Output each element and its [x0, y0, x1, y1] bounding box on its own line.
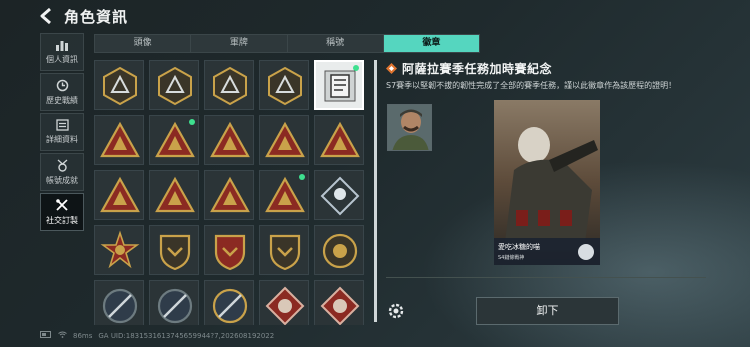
badge-description: S7賽季以堅韌不拔的韌性完成了全部的賽季任務，謹以此徽章作為該歷程的證明！: [386, 81, 677, 90]
badge-cell[interactable]: [94, 225, 144, 275]
badge-cell[interactable]: [204, 60, 254, 110]
card-player-name: 愛吃冰糖的喵: [498, 243, 540, 251]
badge-cell[interactable]: [204, 280, 254, 325]
tab-badge[interactable]: 徽章: [383, 35, 479, 52]
sidebar-item-label: 歷史戰績: [46, 95, 78, 105]
unequip-button[interactable]: 卸下: [476, 297, 619, 325]
sidebar-item-profile[interactable]: 個人資訊: [40, 33, 84, 71]
badge-cell[interactable]: [314, 60, 364, 110]
badge-cell[interactable]: [149, 115, 199, 165]
ping-value: 86ms: [73, 331, 93, 340]
badge-cell[interactable]: [149, 170, 199, 220]
sidebar: 個人資訊 歷史戰績 詳細資料 帳號成就 社交訂製: [40, 33, 84, 233]
badge-cell[interactable]: [259, 225, 309, 275]
page-title: 角色資訊: [64, 8, 129, 26]
badge-cell[interactable]: [259, 170, 309, 220]
sidebar-item-history[interactable]: 歷史戰績: [40, 73, 84, 111]
badge-cell[interactable]: [149, 225, 199, 275]
badge-title: 阿薩拉賽季任務加時賽紀念: [402, 62, 553, 76]
clock-icon: [56, 79, 68, 91]
badge-cell[interactable]: [314, 115, 364, 165]
badge-cell[interactable]: [204, 170, 254, 220]
badge-cell[interactable]: [259, 280, 309, 325]
sidebar-item-social[interactable]: 社交訂製: [40, 193, 84, 231]
sidebar-item-label: 社交訂製: [46, 216, 78, 225]
medal-icon: [57, 159, 67, 172]
badge-cell[interactable]: [149, 280, 199, 325]
wifi-icon: [58, 331, 67, 340]
new-indicator-dot: [299, 174, 305, 180]
sidebar-item-label: 詳細資料: [46, 135, 78, 144]
tab-avatar[interactable]: 頭像: [95, 35, 192, 52]
uid-text: GA UID:1831531613745659944?7,20260819202…: [98, 331, 275, 340]
diamond-marker-icon: [386, 63, 397, 74]
sidebar-item-label: 帳號成就: [46, 175, 78, 185]
list-icon: [55, 119, 69, 131]
badge-cell[interactable]: [204, 225, 254, 275]
scrollbar[interactable]: [374, 60, 377, 322]
tab-title[interactable]: 稱號: [288, 35, 384, 52]
card-player-subtitle: S4鏈條戰神: [498, 255, 525, 261]
new-indicator-dot: [353, 65, 359, 71]
gear-icon[interactable]: [386, 301, 406, 321]
tab-bar: 頭像 軍牌 稱號 徽章: [94, 34, 480, 53]
badge-cell[interactable]: [314, 225, 364, 275]
tools-icon: [56, 199, 68, 211]
new-indicator-dot: [189, 119, 195, 125]
badge-preview-card: 愛吃冰糖的喵 S4鏈條戰神: [494, 100, 600, 265]
tab-dogtag[interactable]: 軍牌: [191, 35, 288, 52]
divider: [386, 277, 706, 278]
badge-cell[interactable]: [94, 60, 144, 110]
back-icon[interactable]: [38, 7, 58, 25]
battery-icon: [40, 331, 52, 340]
badge-cell[interactable]: [204, 115, 254, 165]
badge-cell[interactable]: [94, 115, 144, 165]
badge-cell[interactable]: [259, 115, 309, 165]
bar-chart-icon: [56, 41, 68, 51]
badge-title-row: 阿薩拉賽季任務加時賽紀念: [386, 60, 552, 77]
badge-cell[interactable]: [259, 60, 309, 110]
badge-cell[interactable]: [94, 280, 144, 325]
status-bar: 86ms GA UID:1831531613745659944?7,202608…: [40, 331, 280, 340]
badge-cell[interactable]: [314, 280, 364, 325]
scrollbar-thumb[interactable]: [374, 60, 377, 322]
sidebar-item-label: 個人資訊: [46, 55, 78, 64]
avatar[interactable]: [387, 104, 432, 151]
badge-cell[interactable]: [314, 170, 364, 220]
sidebar-item-details[interactable]: 詳細資料: [40, 113, 84, 151]
badge-cell[interactable]: [149, 60, 199, 110]
badge-cell[interactable]: [94, 170, 144, 220]
header: 角色資訊: [0, 0, 750, 32]
badge-grid: [94, 60, 372, 325]
sidebar-item-achievements[interactable]: 帳號成就: [40, 153, 84, 191]
